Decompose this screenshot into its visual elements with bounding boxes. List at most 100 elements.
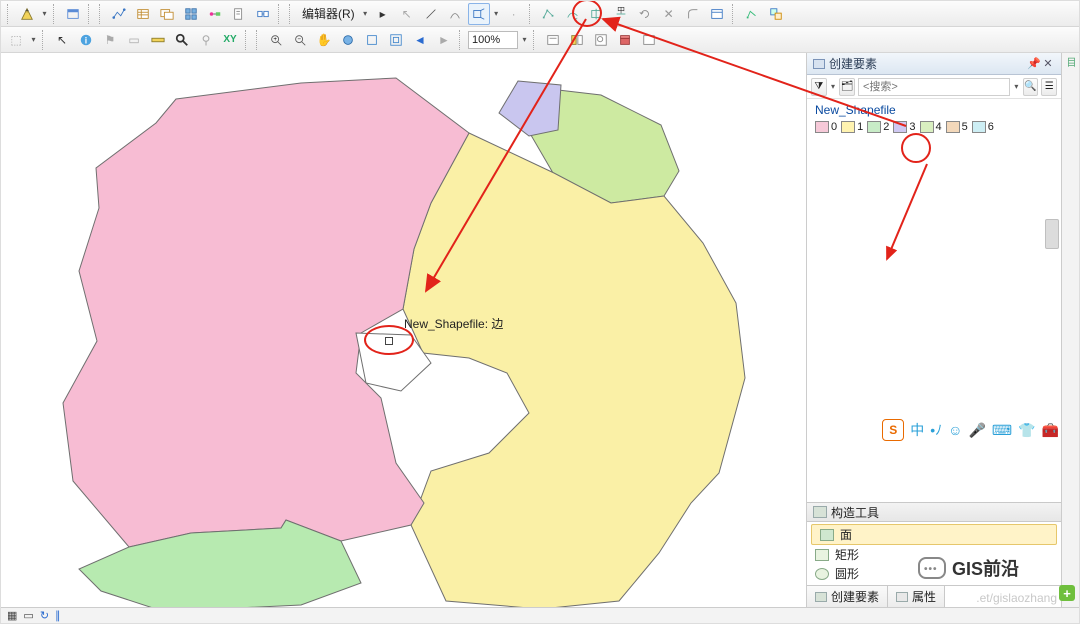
tool-hyperlink-icon[interactable]: ⚲ [195,29,217,51]
ime-toolbox-icon[interactable]: 🧰 [1042,422,1059,439]
search-go-icon[interactable]: 🔍 [1023,78,1039,96]
tool-rotate-icon[interactable] [634,3,656,25]
tool-edit-vertices-icon[interactable] [538,3,560,25]
tool-intersect-icon[interactable]: ✕ [658,3,680,25]
tool-back-icon[interactable]: ◄ [409,29,431,51]
tool-sketch-props-icon[interactable] [741,3,763,25]
tab-create-features[interactable]: 创建要素 [807,586,888,607]
sogou-logo-icon[interactable]: S [882,419,904,441]
tool-fillet-icon[interactable] [682,3,704,25]
svg-text:−: − [297,35,301,42]
dropdown-icon[interactable]: ▾ [520,35,529,44]
tool-arctoolbox-icon[interactable] [614,29,636,51]
tool-windowlist-icon[interactable] [180,3,202,25]
dropdown-icon[interactable]: ▾ [40,9,49,18]
status-grid-icon[interactable]: ▦ [7,609,17,622]
search-input[interactable] [858,78,1010,96]
ime-emoji-icon[interactable]: ☺ [948,422,962,438]
tool-fixed-zoomout-icon[interactable] [385,29,407,51]
tool-forward-icon[interactable]: ► [433,29,455,51]
tool-hand-icon[interactable]: ✋ [313,29,335,51]
tool-htmlpopup-icon[interactable]: ▭ [123,29,145,51]
annotation-circle-cursor [364,325,414,355]
tab-attributes[interactable]: 属性 [888,586,945,607]
template-1[interactable]: 1 [841,121,863,133]
annotation-circle-tracetool [572,0,602,27]
tool-edit-arrow-icon[interactable]: ▸ [372,3,394,25]
tool-identify-icon[interactable]: i [75,29,97,51]
map-canvas[interactable]: New_Shapefile: 边 [1,53,806,607]
filter-clear-icon[interactable]: ⧩ [811,78,827,96]
tool-zoomout-icon[interactable]: − [289,29,311,51]
tool-line-icon[interactable] [420,3,442,25]
tool-flag-icon[interactable]: ⚑ [99,29,121,51]
layer-name: New_Shapefile [807,99,1061,119]
template-5[interactable]: 5 [946,121,968,133]
dropdown-icon[interactable]: ▾ [1013,82,1020,91]
dropdown-icon[interactable]: ▾ [830,82,837,91]
tool-search-window-icon[interactable] [590,29,612,51]
tool-zoomin-icon[interactable]: + [265,29,287,51]
tool-measure-icon[interactable] [147,29,169,51]
tool-catalog-icon[interactable] [566,29,588,51]
tool-pan-icon[interactable]: ⬚ [5,29,27,51]
ime-keyboard-icon[interactable]: ⌨ [992,422,1012,439]
tool-python-icon[interactable] [638,29,660,51]
status-pause-icon[interactable]: ∥ [55,609,61,622]
dropdown-icon[interactable]: ▾ [492,9,501,18]
tool-toc-icon[interactable] [542,29,564,51]
svg-text:+: + [273,35,277,42]
tool-point-icon[interactable]: · [503,3,525,25]
tool-split-icon[interactable]: 中 [610,3,632,25]
tool-add-data-icon[interactable]: + [16,3,38,25]
cursor-tooltip: New_Shapefile: 边 [404,315,503,332]
template-4[interactable]: 4 [920,121,942,133]
tool-attributes-icon[interactable] [706,3,728,25]
scrollbar-thumb[interactable] [1045,219,1059,249]
tool-fullextent-icon[interactable] [337,29,359,51]
ime-toolbar[interactable]: S 中 •ﾉ ☺ 🎤 ⌨ 👕 🧰 [882,419,1059,441]
tool-table-icon[interactable] [132,3,154,25]
tool-select-arrow-icon[interactable]: ↖ [51,29,73,51]
ime-key[interactable]: •ﾉ [930,420,942,440]
tool-fixed-zoomin-icon[interactable] [361,29,383,51]
status-view1-icon[interactable]: ▭ [23,609,33,622]
feature-templates: 0 1 2 3 4 5 6 [807,119,1061,135]
ime-key[interactable]: 中 [910,420,924,440]
search-menu-icon[interactable]: ☰ [1041,78,1057,96]
tool-link-icon[interactable] [252,3,274,25]
tool-layout-icon[interactable] [62,3,84,25]
pin-icon[interactable]: 📌 [1027,57,1041,70]
tool-edit-anchor-icon[interactable]: ↖ [396,3,418,25]
watermark-url: .et/gislaozhang [976,591,1057,605]
tool-document-icon[interactable] [228,3,250,25]
tool-find-icon[interactable] [171,29,193,51]
tool-goto-xy-icon[interactable]: XY [219,29,241,51]
zoom-input[interactable]: 100% [468,31,518,49]
template-2[interactable]: 2 [867,121,889,133]
construction-tools-header: 构造工具 [807,502,1061,522]
editor-menu[interactable]: 编辑器(R) [298,5,359,22]
ctool-polygon[interactable]: 面 [811,524,1057,545]
template-3[interactable]: 3 [893,121,915,133]
create-features-panel: 创建要素 📌 ✕ ⧩▾ 🗂 ▾ 🔍 ☰ New_Shapefile 0 1 2 [806,53,1061,607]
ime-mic-icon[interactable]: 🎤 [968,422,985,439]
ctools-icon [813,506,827,518]
tool-table2-icon[interactable] [156,3,178,25]
close-icon[interactable]: ✕ [1041,57,1055,70]
dropdown-icon[interactable]: ▾ [29,35,38,44]
status-refresh-icon[interactable]: ↻ [40,609,49,622]
panel-title: 创建要素 [829,55,877,72]
tool-arc-icon[interactable] [444,3,466,25]
template-6[interactable]: 6 [972,121,994,133]
ime-skin-icon[interactable]: 👕 [1018,422,1035,439]
tool-graph-icon[interactable] [108,3,130,25]
tool-create-features-icon[interactable] [765,3,787,25]
template-0[interactable]: 0 [815,121,837,133]
svg-text:+: + [25,8,29,15]
filter-templates-icon[interactable]: 🗂 [839,78,855,96]
tool-trace-icon[interactable] [468,3,490,25]
dropdown-icon[interactable]: ▾ [361,9,370,18]
tool-modelbuilder-icon[interactable] [204,3,226,25]
add-bookmark-icon[interactable]: + [1059,585,1075,601]
